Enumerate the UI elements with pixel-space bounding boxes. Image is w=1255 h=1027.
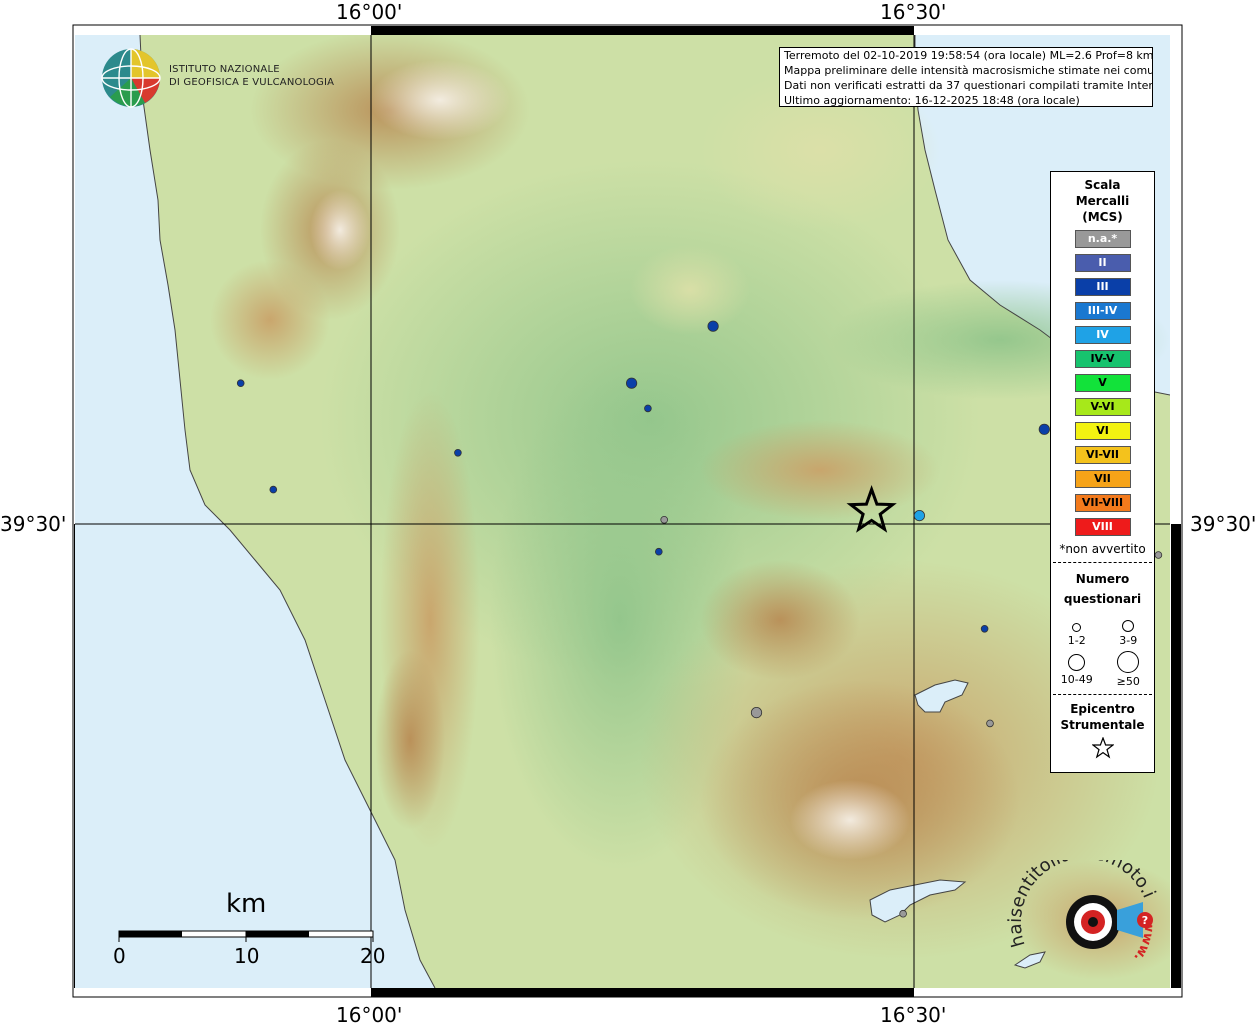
intensity-swatch: n.a.* xyxy=(1074,230,1131,248)
epicenter-title-1: Epicentro xyxy=(1070,702,1135,716)
lon-label-top-right: 16°30' xyxy=(880,0,947,24)
relief-sila-peak xyxy=(790,780,910,860)
intensity-swatch: V xyxy=(1074,374,1131,392)
size-circle-icon xyxy=(1122,620,1135,632)
legend-title-3: (MCS) xyxy=(1082,210,1123,224)
ingv-name-line1: ISTITUTO NAZIONALE xyxy=(169,64,280,75)
svg-text:?: ? xyxy=(1142,914,1148,927)
intensity-swatch: V-VI xyxy=(1074,398,1131,416)
intensity-point xyxy=(1038,423,1050,435)
intensity-scale: n.a.* II III III-IV IV IV-V V V-VI VI VI-VII VII VI… xyxy=(1051,230,1154,536)
epicenter-title-2: Strumentale xyxy=(1060,718,1145,732)
intensity-point xyxy=(750,706,763,719)
intensity-point xyxy=(654,547,663,556)
intensity-point xyxy=(236,379,245,388)
intensity-point xyxy=(1154,551,1163,559)
size-circle-icon xyxy=(1068,654,1086,671)
scalebar-tick-10: 10 xyxy=(234,944,260,968)
intensity-point xyxy=(269,485,278,494)
lat-label-right: 39°30' xyxy=(1190,512,1255,536)
intensity-point xyxy=(454,448,462,457)
intensity-swatch: VI-VII xyxy=(1074,446,1131,464)
ingv-name: ISTITUTO NAZIONALE DI GEOFISICA E VULCAN… xyxy=(169,63,334,89)
legend-title-1: Scala xyxy=(1084,178,1121,192)
lat-label-left: 39°30' xyxy=(0,512,67,536)
legend-title-2: Mercalli xyxy=(1075,194,1130,208)
intensity-point xyxy=(980,624,989,633)
intensity-swatch: VII-VIII xyxy=(1074,494,1131,512)
intensity-point xyxy=(707,320,719,332)
relief-peak-1 xyxy=(370,60,510,140)
count-size-grid: 1-2 3-9 10-49 ≥50 xyxy=(1051,615,1154,688)
last-update-line: Ultimo aggiornamento: 16-12-2025 18:48 (… xyxy=(784,94,1080,107)
relief-coastal-chain-2 xyxy=(375,650,445,830)
intensity-swatch: III-IV xyxy=(1074,302,1131,320)
intensity-swatch: II xyxy=(1074,254,1131,272)
relief-hill xyxy=(630,245,750,335)
scalebar-tick-20: 20 xyxy=(360,944,386,968)
intensity-swatch: IV-V xyxy=(1074,350,1131,368)
map-description-line: Mappa preliminare delle intensità macros… xyxy=(784,64,1153,77)
size-label: ≥50 xyxy=(1116,675,1140,688)
intensity-point xyxy=(625,377,638,389)
intensity-swatch: IV xyxy=(1074,326,1131,344)
hai-sentito-il-terremoto-logo: haisentitoilterremoto.it www. ? xyxy=(1001,842,1165,985)
size-label: 10-49 xyxy=(1060,673,1093,686)
size-50-plus: ≥50 xyxy=(1103,651,1155,688)
count-title-1: Numero xyxy=(1075,572,1130,586)
legend: Scala Mercalli (MCS) n.a.* II III III-IV IV I… xyxy=(1050,171,1155,773)
intensity-point xyxy=(913,509,926,522)
intensity-swatch: III xyxy=(1074,278,1131,296)
intensity-swatch: VI xyxy=(1074,422,1131,440)
lon-label-bottom-right: 16°30' xyxy=(880,1003,947,1027)
not-felt-note: *non avvertito xyxy=(1059,542,1146,556)
intensity-point xyxy=(986,719,994,728)
scalebar-unit: km xyxy=(226,889,267,919)
size-label: 1-2 xyxy=(1067,634,1086,647)
count-title-2: questionari xyxy=(1063,592,1142,606)
lon-label-top-left: 16°00' xyxy=(336,0,403,24)
intensity-point xyxy=(899,909,907,918)
legend-divider xyxy=(1053,694,1152,695)
intensity-swatch: VIII xyxy=(1074,518,1131,536)
intensity-point xyxy=(644,404,652,413)
relief-rossano xyxy=(700,420,940,520)
event-info-line: Terremoto del 02-10-2019 19:58:54 (ora l… xyxy=(784,49,1153,62)
ingv-name-line2: DI GEOFISICA E VULCANOLOGIA xyxy=(169,77,335,88)
size-1-2: 1-2 xyxy=(1051,615,1103,647)
size-circle-icon xyxy=(1117,651,1140,673)
event-info-box: Terremoto del 02-10-2019 19:58:54 (ora l… xyxy=(779,47,1153,107)
size-circle-icon xyxy=(1072,623,1082,632)
scalebar xyxy=(118,930,374,942)
intensity-swatch: VII xyxy=(1074,470,1131,488)
data-note-line: Dati non verificati estratti da 37 quest… xyxy=(784,79,1153,92)
size-3-9: 3-9 xyxy=(1103,615,1155,647)
scalebar-tick-0: 0 xyxy=(113,944,126,968)
relief-coastal xyxy=(210,260,330,380)
legend-divider xyxy=(1053,562,1152,563)
size-label: 3-9 xyxy=(1119,634,1138,647)
ingv-globe-icon xyxy=(101,48,161,108)
size-10-49: 10-49 xyxy=(1051,651,1103,688)
epicenter-legend-star-icon xyxy=(1051,736,1154,763)
relief-sila-north xyxy=(700,560,860,680)
relief-peak-2 xyxy=(310,190,370,270)
intensity-point xyxy=(660,515,668,524)
